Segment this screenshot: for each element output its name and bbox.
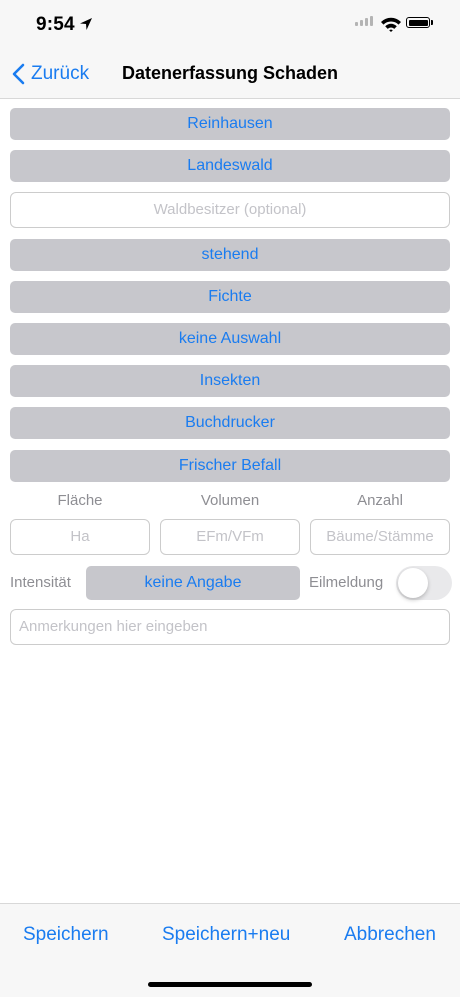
wifi-icon	[381, 17, 401, 32]
volumen-label: Volumen	[200, 492, 260, 509]
intensitaet-select-button[interactable]: keine Angabe	[86, 566, 300, 600]
flaeche-input[interactable]: Ha	[10, 519, 150, 555]
ort-select-button[interactable]: Reinhausen	[10, 108, 450, 140]
waldbesitzer-input[interactable]: Waldbesitzer (optional)	[10, 192, 450, 228]
flaeche-label: Fläche	[57, 492, 103, 509]
waldart-select-button[interactable]: Landeswald	[10, 150, 450, 182]
page-title: Datenerfassung Schaden	[121, 63, 339, 83]
anzahl-label: Anzahl	[357, 492, 403, 509]
battery-icon	[406, 17, 430, 28]
save-and-new-button[interactable]: Speichern+neu	[162, 924, 290, 946]
status-time: 9:54	[36, 14, 75, 35]
eilmeldung-toggle[interactable]	[396, 566, 452, 600]
cancel-button[interactable]: Abbrechen	[344, 924, 436, 946]
baumart-select-button[interactable]: Fichte	[10, 281, 450, 313]
navigation-bar: Zurück Datenerfassung Schaden	[0, 50, 460, 99]
status-bar: 9:54	[0, 0, 460, 50]
anzahl-input[interactable]: Bäume/Stämme	[310, 519, 450, 555]
intensitaet-label: Intensität	[10, 574, 71, 591]
battery-cap	[431, 20, 433, 25]
ursache-select-button[interactable]: Insekten	[10, 365, 450, 397]
zustand-select-button[interactable]: stehend	[10, 239, 450, 271]
auswahl-select-button[interactable]: keine Auswahl	[10, 323, 450, 355]
volumen-input[interactable]: EFm/VFm	[160, 519, 300, 555]
befall-select-button[interactable]: Frischer Befall	[10, 450, 450, 482]
toggle-knob	[398, 568, 428, 598]
anmerkungen-input[interactable]: Anmerkungen hier eingeben	[10, 609, 450, 645]
home-indicator	[148, 982, 312, 987]
save-button[interactable]: Speichern	[23, 924, 109, 946]
eilmeldung-label: Eilmeldung	[309, 574, 384, 591]
location-arrow-icon	[80, 18, 92, 30]
schaedling-select-button[interactable]: Buchdrucker	[10, 407, 450, 439]
